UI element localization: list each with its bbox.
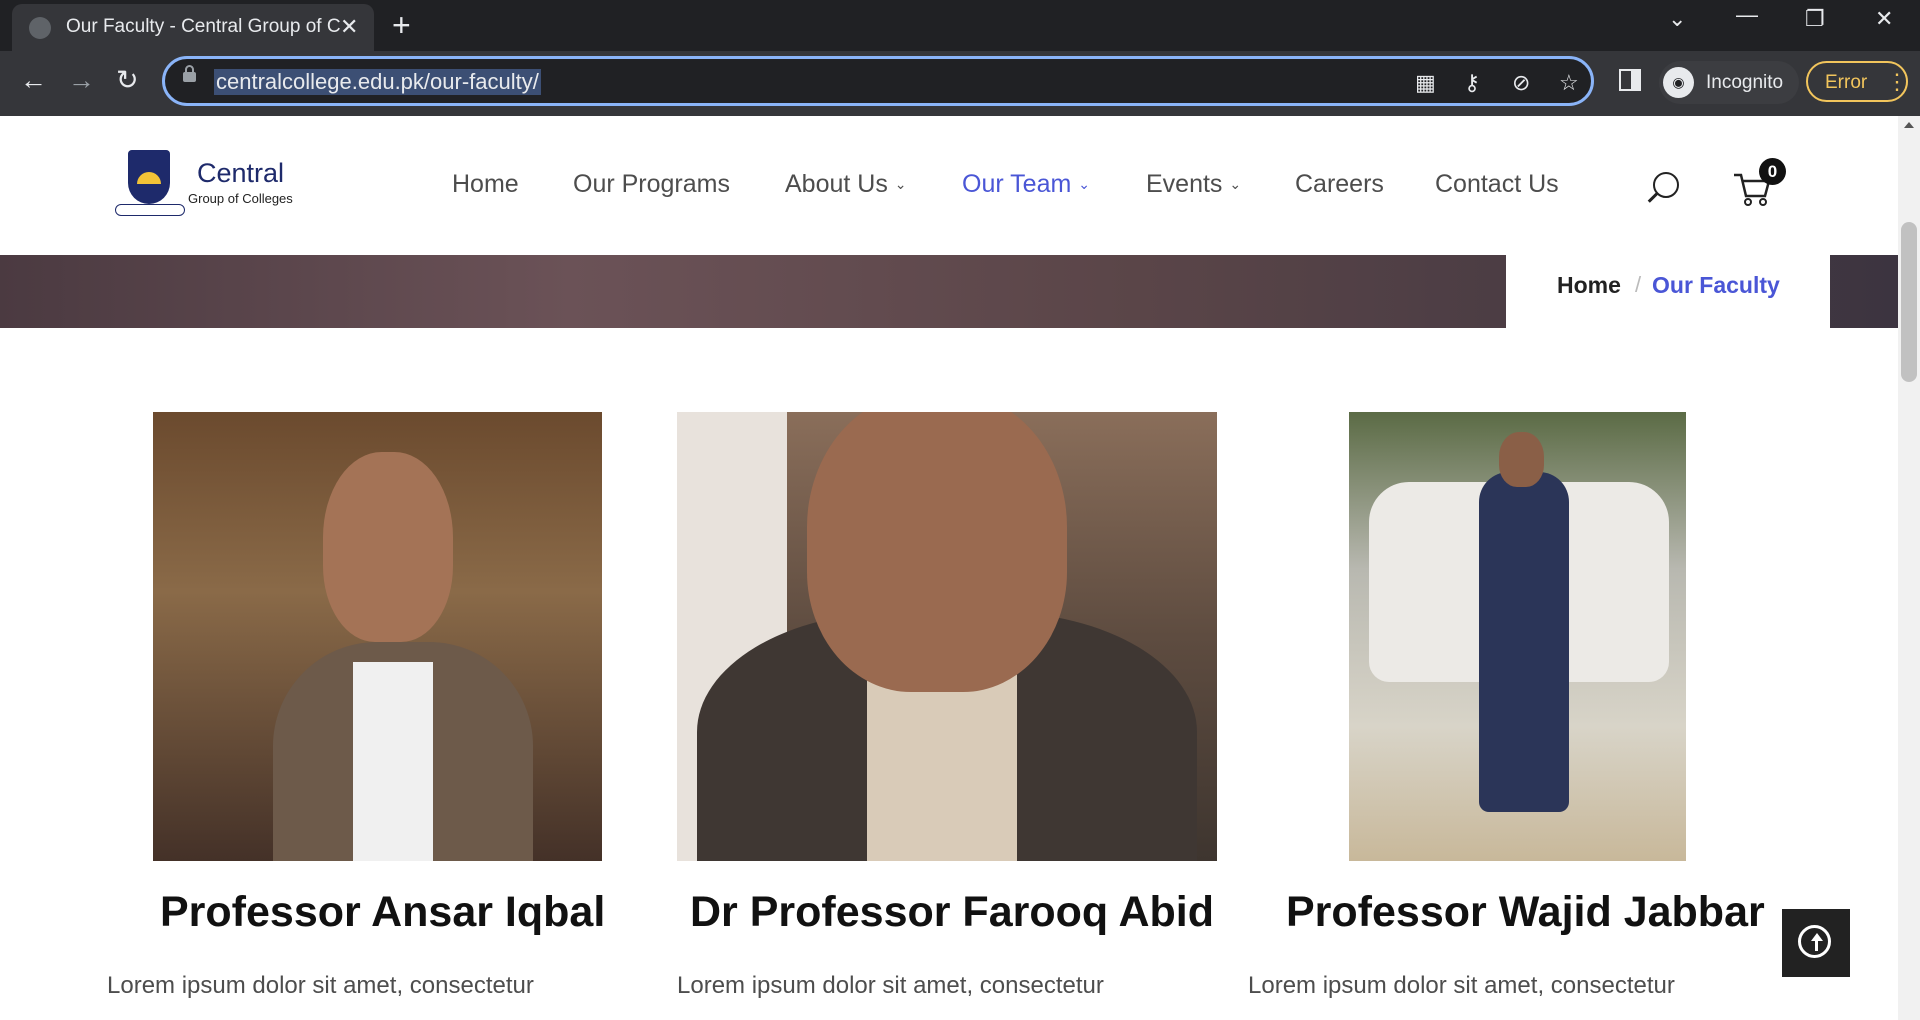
tab-title: Our Faculty - Central Group of Co (66, 16, 341, 37)
faculty-photo-3 (1349, 412, 1686, 861)
breadcrumb-current: Our Faculty (1652, 272, 1780, 298)
face-shape (323, 452, 453, 642)
star-icon[interactable]: ☆ (1559, 70, 1579, 96)
browser-tab[interactable]: Our Faculty - Central Group of Co ✕ (12, 4, 374, 51)
nav-our-team[interactable]: Our Team ⌄ (962, 170, 1090, 199)
logo-shield-icon (128, 150, 170, 204)
qr-icon[interactable]: ▦ (1415, 70, 1436, 96)
cart-count-badge: 0 (1759, 158, 1786, 185)
suit-shape (1479, 472, 1569, 812)
face-shape (1499, 432, 1544, 487)
nav-events-label: Events (1146, 170, 1223, 198)
new-tab-button[interactable]: + (392, 7, 411, 44)
restore-icon[interactable]: ❐ (1805, 6, 1825, 32)
browser-toolbar: ← → ↻ centralcollege.edu.pk/our-faculty/… (0, 51, 1920, 116)
faculty-bio-1: Lorem ipsum dolor sit amet, consectetur (107, 972, 534, 999)
logo-name: Central (197, 158, 285, 188)
window-close-icon[interactable]: ✕ (1875, 6, 1893, 32)
back-to-top-icon (1798, 925, 1831, 958)
breadcrumb: Home / Our Faculty (1506, 255, 1830, 328)
faculty-photo-2 (677, 412, 1217, 861)
side-panel-icon[interactable] (1619, 69, 1641, 91)
back-icon[interactable]: ← (20, 65, 47, 96)
search-icon[interactable] (1653, 172, 1679, 198)
forward-icon[interactable]: → (68, 65, 95, 96)
reload-icon[interactable]: ↻ (116, 65, 139, 96)
close-icon[interactable]: ✕ (340, 14, 358, 40)
face-shape (807, 412, 1067, 692)
key-icon[interactable]: ⚷ (1464, 70, 1480, 96)
faculty-bio-3: Lorem ipsum dolor sit amet, consectetur (1248, 972, 1675, 999)
menu-dots-icon: ⋮ (1886, 69, 1908, 94)
faculty-bio-2: Lorem ipsum dolor sit amet, consectetur (677, 972, 1104, 999)
chevron-down-icon: ⌄ (1078, 176, 1090, 192)
incognito-label: Incognito (1706, 72, 1784, 93)
nav-about-us[interactable]: About Us ⌄ (785, 170, 907, 199)
logo-ribbon (115, 204, 185, 216)
faculty-name-2[interactable]: Dr Professor Farooq Abid (690, 888, 1214, 937)
nav-careers[interactable]: Careers (1295, 170, 1384, 199)
globe-icon (29, 17, 51, 39)
url-text[interactable]: centralcollege.edu.pk/our-faculty/ (214, 69, 541, 95)
minimize-icon[interactable]: — (1736, 2, 1758, 28)
error-label: Error (1825, 72, 1868, 93)
eye-off-icon[interactable]: ⊘ (1512, 70, 1530, 96)
address-bar[interactable]: centralcollege.edu.pk/our-faculty/ ▦ ⚷ ⊘… (162, 56, 1594, 106)
nav-our-team-label: Our Team (962, 170, 1072, 198)
scroll-up-icon[interactable] (1904, 122, 1914, 128)
site-header: Central Group of Colleges Home Our Progr… (0, 116, 1898, 255)
shirt-shape (353, 662, 433, 861)
page-scrollbar[interactable] (1898, 116, 1920, 1020)
nav-our-programs[interactable]: Our Programs (573, 170, 730, 199)
incognito-icon: ◉ (1663, 67, 1694, 98)
faculty-name-3[interactable]: Professor Wajid Jabbar (1286, 888, 1765, 937)
breadcrumb-home[interactable]: Home (1557, 272, 1621, 299)
nav-events[interactable]: Events ⌄ (1146, 170, 1241, 199)
breadcrumb-separator: / (1635, 272, 1642, 297)
browser-tabstrip: Our Faculty - Central Group of Co ✕ + ⌄ … (0, 0, 1920, 51)
error-button[interactable]: Error ⋮ (1806, 61, 1908, 102)
tab-search-icon[interactable]: ⌄ (1668, 6, 1686, 32)
lock-icon[interactable] (183, 65, 196, 82)
nav-contact-us[interactable]: Contact Us (1435, 170, 1559, 199)
logo-subtitle: Group of Colleges (188, 191, 293, 206)
scrollbar-thumb[interactable] (1901, 222, 1917, 382)
incognito-button[interactable]: ◉ Incognito (1659, 61, 1799, 104)
nav-about-us-label: About Us (785, 170, 888, 198)
faculty-photo-1 (153, 412, 602, 861)
chevron-down-icon: ⌄ (894, 176, 907, 192)
back-to-top-button[interactable] (1782, 909, 1850, 977)
page-viewport: Central Group of Colleges Home Our Progr… (0, 116, 1898, 1020)
faculty-name-1[interactable]: Professor Ansar Iqbal (160, 888, 605, 937)
chevron-down-icon: ⌄ (1229, 176, 1242, 192)
nav-home[interactable]: Home (452, 170, 519, 199)
